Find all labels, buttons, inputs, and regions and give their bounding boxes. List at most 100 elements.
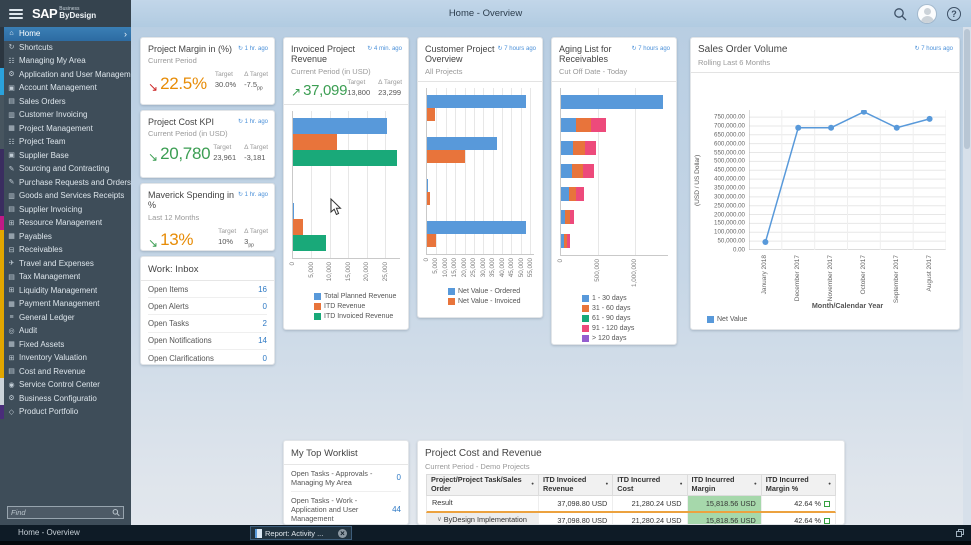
sidebar-item-payables[interactable]: ▦Payables bbox=[0, 230, 131, 244]
inbox-row-count[interactable]: 0 bbox=[263, 302, 267, 311]
sidebar-item-project-management[interactable]: ▦Project Management bbox=[0, 122, 131, 136]
bar-segment[interactable] bbox=[293, 235, 326, 251]
sidebar-item-project-team[interactable]: ☷Project Team bbox=[0, 135, 131, 149]
sidebar-item-purchase-requests-and-orders[interactable]: ✎Purchase Requests and Orders bbox=[0, 176, 131, 190]
sidebar-item-shortcuts[interactable]: ↻Shortcuts bbox=[0, 41, 131, 55]
bar-segment[interactable] bbox=[427, 192, 430, 205]
sidebar-item-inventory-valuation[interactable]: ⊞Inventory Valuation bbox=[0, 351, 131, 365]
tile-maverick-spending[interactable]: Maverick Spending in % ↻ 1 hr. ago Last … bbox=[140, 183, 275, 251]
sidebar-item-fixed-assets[interactable]: ▦Fixed Assets bbox=[0, 338, 131, 352]
taskbar-tab-report-activity[interactable]: Report: Activity ... × bbox=[250, 526, 352, 540]
tile-project-cost-and-revenue[interactable]: Project Cost and Revenue Current Period … bbox=[417, 440, 845, 525]
bar-segment[interactable] bbox=[293, 134, 337, 150]
sidebar-item-liquidity-management[interactable]: ⊞Liquidity Management bbox=[0, 284, 131, 298]
exception-checkbox-icon[interactable] bbox=[824, 518, 830, 524]
inbox-row-count[interactable]: 0 bbox=[263, 354, 267, 363]
inbox-row-count[interactable]: 2 bbox=[263, 319, 267, 328]
worklist-row-open-tasks-work-application-an[interactable]: Open Tasks - Work - Application and User… bbox=[291, 492, 401, 525]
refresh-indicator[interactable]: ↻ 7 hours ago bbox=[915, 45, 953, 52]
worklist-row-count[interactable]: 44 bbox=[388, 505, 401, 515]
bar-segment[interactable] bbox=[572, 164, 583, 178]
windows-overview-icon[interactable] bbox=[956, 529, 964, 537]
bar-segment[interactable] bbox=[569, 187, 576, 201]
refresh-indicator[interactable]: ↻ 7 hours ago bbox=[632, 45, 670, 52]
help-icon[interactable]: ? bbox=[947, 7, 961, 21]
bar-segment[interactable] bbox=[293, 203, 294, 219]
sidebar-item-tax-management[interactable]: ▤Tax Management bbox=[0, 270, 131, 284]
scrollbar-thumb[interactable] bbox=[964, 29, 970, 149]
table-row-result[interactable]: Result37,098.80 USD21,280.24 USD15,818.5… bbox=[426, 496, 836, 513]
sidebar-item-managing-my-area[interactable]: ☷Managing My Area bbox=[0, 54, 131, 68]
bar-segment[interactable] bbox=[561, 141, 573, 155]
inbox-row-open-notifications[interactable]: Open Notifications14 bbox=[148, 333, 267, 350]
column-header-itd-incurred-margin[interactable]: ITD Incurred Margin● bbox=[688, 475, 762, 495]
search-icon[interactable] bbox=[112, 508, 120, 517]
close-icon[interactable]: × bbox=[338, 529, 347, 538]
search-icon[interactable] bbox=[893, 7, 907, 21]
sidebar-item-receivables[interactable]: ⊟Receivables bbox=[0, 243, 131, 257]
inbox-row-open-clarifications[interactable]: Open Clarifications0 bbox=[148, 350, 267, 365]
exception-checkbox-icon[interactable] bbox=[824, 501, 830, 507]
user-avatar[interactable] bbox=[918, 5, 936, 23]
bar-segment[interactable] bbox=[293, 118, 387, 134]
tile-customer-project-overview[interactable]: Customer Project Overview ↻ 7 hours ago … bbox=[417, 37, 543, 318]
taskbar-home-label[interactable]: Home - Overview bbox=[18, 528, 80, 537]
sidebar-item-resource-management[interactable]: ⊞Resource Management bbox=[0, 216, 131, 230]
bar-segment[interactable] bbox=[573, 141, 585, 155]
bar-segment[interactable] bbox=[583, 164, 594, 178]
bar-segment[interactable] bbox=[427, 137, 497, 150]
bar-segment[interactable] bbox=[427, 179, 428, 192]
column-header-project-project-task-sales-o[interactable]: Project/Project Task/Sales Order● bbox=[427, 475, 539, 495]
sidebar-item-account-management[interactable]: ▣Account Management bbox=[0, 81, 131, 95]
bar-segment[interactable] bbox=[576, 187, 584, 201]
bar-segment[interactable] bbox=[591, 118, 606, 132]
sidebar-item-cost-and-revenue[interactable]: ▤Cost and Revenue bbox=[0, 365, 131, 379]
sidebar-item-payment-management[interactable]: ▦Payment Management bbox=[0, 297, 131, 311]
bar-segment[interactable] bbox=[585, 141, 597, 155]
bar-segment[interactable] bbox=[427, 95, 526, 108]
inbox-row-count[interactable]: 14 bbox=[258, 336, 267, 345]
tile-project-cost-kpi[interactable]: Project Cost KPI ↻ 1 hr. ago Current Per… bbox=[140, 110, 275, 178]
sidebar-item-supplier-base[interactable]: ▣Supplier Base bbox=[0, 149, 131, 163]
sidebar-item-product-portfolio[interactable]: ◇Product Portfolio bbox=[0, 405, 131, 419]
find-box[interactable] bbox=[7, 506, 124, 519]
bar-segment[interactable] bbox=[570, 210, 574, 224]
tile-work-inbox[interactable]: Work: Inbox Open Items16Open Alerts0Open… bbox=[140, 256, 275, 365]
refresh-indicator[interactable]: ↻ 1 hr. ago bbox=[238, 45, 268, 52]
bar-segment[interactable] bbox=[427, 108, 435, 121]
sidebar-item-sourcing-and-contracting[interactable]: ✎Sourcing and Contracting bbox=[0, 162, 131, 176]
column-header-itd-incurred-margin[interactable]: ITD Incurred Margin %● bbox=[762, 475, 835, 495]
inbox-row-count[interactable]: 16 bbox=[258, 285, 267, 294]
sidebar-item-service-control-center[interactable]: ◉Service Control Center bbox=[0, 378, 131, 392]
vertical-scrollbar[interactable] bbox=[963, 27, 971, 525]
sidebar-item-home[interactable]: ⌂Home› bbox=[0, 27, 131, 41]
bar-segment[interactable] bbox=[561, 118, 576, 132]
bar-segment[interactable] bbox=[427, 150, 465, 163]
tile-aging-list-receivables[interactable]: Aging List for Receivables ↻ 7 hours ago… bbox=[551, 37, 677, 345]
sidebar-item-goods-and-services-receipts[interactable]: ▥Goods and Services Receipts bbox=[0, 189, 131, 203]
bar-segment[interactable] bbox=[561, 164, 572, 178]
sidebar-item-audit[interactable]: ◎Audit bbox=[0, 324, 131, 338]
sidebar-item-sales-orders[interactable]: ▤Sales Orders bbox=[0, 95, 131, 109]
column-header-itd-invoiced-revenue[interactable]: ITD Invoiced Revenue● bbox=[539, 475, 613, 495]
tile-invoiced-project-revenue[interactable]: Invoiced Project Revenue ↻ 4 min. ago Cu… bbox=[283, 37, 409, 330]
sidebar-item-customer-invoicing[interactable]: ▥Customer Invoicing bbox=[0, 108, 131, 122]
bar-segment[interactable] bbox=[427, 221, 526, 234]
data-point[interactable] bbox=[762, 239, 768, 245]
tile-project-margin[interactable]: Project Margin in (%) ↻ 1 hr. ago Curren… bbox=[140, 37, 275, 105]
bar-segment[interactable] bbox=[293, 219, 303, 235]
find-input[interactable] bbox=[8, 508, 112, 517]
refresh-indicator[interactable]: ↻ 7 hours ago bbox=[498, 45, 536, 52]
data-point[interactable] bbox=[861, 110, 867, 115]
data-point[interactable] bbox=[894, 125, 900, 131]
inbox-row-open-tasks[interactable]: Open Tasks2 bbox=[148, 315, 267, 332]
data-point[interactable] bbox=[927, 116, 933, 122]
sidebar-item-general-ledger[interactable]: ≡General Ledger bbox=[0, 311, 131, 325]
menu-icon[interactable] bbox=[9, 9, 23, 19]
inbox-row-open-items[interactable]: Open Items16 bbox=[148, 281, 267, 298]
worklist-row-open-tasks-approvals-managing-[interactable]: Open Tasks - Approvals - Managing My Are… bbox=[291, 465, 401, 492]
sidebar-item-application-and-user-management[interactable]: ⚙Application and User Management bbox=[0, 68, 131, 82]
sidebar-item-business-configuratio[interactable]: ⚙Business Configuratio bbox=[0, 392, 131, 406]
sidebar-item-travel-and-expenses[interactable]: ✈Travel and Expenses bbox=[0, 257, 131, 271]
bar-segment[interactable] bbox=[561, 95, 663, 109]
